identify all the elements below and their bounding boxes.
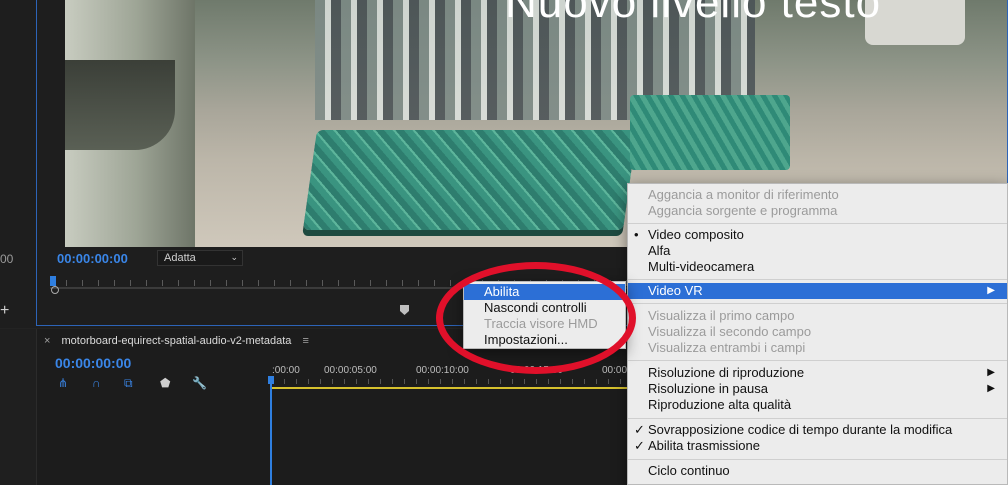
checkmark-icon: ✓	[634, 438, 645, 453]
linked-selection-icon[interactable]: ⧉	[124, 376, 133, 391]
menu-item-multicam[interactable]: Multi-videocamera	[628, 259, 1007, 275]
menu-separator	[628, 360, 1007, 361]
submenu-arrow-icon: ▶	[987, 285, 995, 296]
submenu-item-settings[interactable]: Impostazioni...	[464, 332, 625, 348]
video-vr-submenu: Abilita Nascondi controlli Traccia visor…	[463, 281, 626, 349]
program-timecode[interactable]: 00:00:00:00	[57, 251, 128, 266]
nest-sequence-icon[interactable]: ⋔	[58, 376, 68, 390]
ruler-label: :00:00	[272, 365, 300, 376]
add-marker-icon-timeline[interactable]: ⬟	[160, 376, 170, 390]
panel-menu-icon[interactable]: ≡	[302, 335, 308, 347]
menu-separator	[628, 223, 1007, 224]
menu-separator	[628, 418, 1007, 419]
menu-item-timecode-overlay[interactable]: ✓ Sovrapposizione codice di tempo durante…	[628, 422, 1007, 438]
close-icon[interactable]: ×	[44, 335, 50, 347]
chevron-down-icon: ⌄	[230, 252, 238, 262]
ruler-label: 00:00:05:00	[324, 365, 377, 376]
source-timecode-partial: 00	[0, 252, 14, 266]
menu-item-first-field: Visualizza il primo campo	[648, 308, 795, 323]
snap-magnet-icon[interactable]: ∩	[92, 376, 101, 390]
menu-item-dock-reference: Aggancia a monitor di riferimento	[648, 187, 839, 202]
menu-separator	[628, 279, 1007, 280]
menu-item-paused-resolution[interactable]: Risoluzione in pausa ▶	[628, 381, 1007, 397]
checkmark-icon: ✓	[634, 422, 645, 437]
wrench-icon[interactable]: 🔧	[192, 376, 207, 390]
monitor-context-menu: Aggancia a monitor di riferimento Agganc…	[627, 183, 1008, 485]
submenu-item-hide-controls[interactable]: Nascondi controlli	[464, 300, 625, 316]
zoom-fit-select[interactable]: Adatta ⌄	[157, 250, 243, 266]
submenu-item-track-hmd: Traccia visore HMD	[484, 316, 598, 331]
submenu-arrow-icon: ▶	[987, 367, 995, 378]
timeline-timecode[interactable]: 00:00:00:00	[55, 355, 131, 371]
menu-item-second-field: Visualizza il secondo campo	[648, 324, 812, 339]
menu-item-both-fields: Visualizza entrambi i campi	[648, 340, 806, 355]
menu-item-high-quality-playback[interactable]: Riproduzione alta qualità	[628, 397, 1007, 413]
menu-separator	[628, 459, 1007, 460]
ruler-label: 00:00:15:00	[510, 365, 563, 376]
menu-item-enable-transmit[interactable]: ✓ Abilita trasmissione	[628, 438, 1007, 454]
submenu-item-enable[interactable]: Abilita	[464, 284, 625, 300]
sequence-name: motorboard-equirect-spatial-audio-v2-met…	[61, 335, 292, 347]
menu-item-loop[interactable]: Ciclo continuo	[628, 463, 1007, 479]
menu-item-playback-resolution[interactable]: Risoluzione di riproduzione ▶	[628, 365, 1007, 381]
menu-item-alpha[interactable]: Alfa	[628, 243, 1007, 259]
menu-item-composite-video[interactable]: • Video composito	[628, 227, 1007, 243]
tools-column	[0, 329, 37, 485]
sequence-tab[interactable]: × motorboard-equirect-spatial-audio-v2-m…	[44, 335, 309, 347]
menu-item-dock-source-program: Aggancia sorgente e programma	[648, 203, 838, 218]
zoom-fit-value: Adatta	[164, 252, 196, 264]
menu-item-video-vr[interactable]: Video VR ▶	[628, 283, 1007, 299]
playhead-handle[interactable]	[50, 276, 56, 286]
ruler-label: 00:00:10:00	[416, 365, 469, 376]
playhead-circle-icon	[51, 286, 59, 294]
timeline-playhead-line	[270, 379, 272, 485]
add-button[interactable]: +	[0, 302, 9, 320]
submenu-arrow-icon: ▶	[987, 383, 995, 394]
menu-separator	[628, 303, 1007, 304]
bullet-icon: •	[634, 227, 639, 242]
